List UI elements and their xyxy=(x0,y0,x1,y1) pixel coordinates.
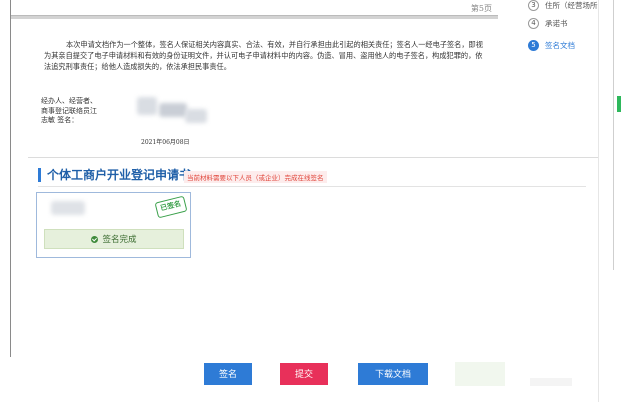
submit-button[interactable]: 提交 xyxy=(280,363,328,385)
right-panel-edge xyxy=(598,0,621,402)
step-label: 签名文档 xyxy=(545,41,575,50)
step-item-sign-document[interactable]: 5 签名文档 xyxy=(528,40,575,51)
signer-name-redacted xyxy=(51,201,85,215)
signature-image xyxy=(129,93,217,135)
step-number: 3 xyxy=(528,0,539,11)
step-label: 住所（经营场所 xyxy=(545,1,598,10)
download-document-button[interactable]: 下载文档 xyxy=(358,363,428,385)
step-item-address[interactable]: 3 住所（经营场所 xyxy=(528,0,598,11)
signer-card[interactable]: 已签名 签名完成 xyxy=(36,192,191,258)
sign-requirement-note: 当前材料需要以下人员（或企业）完成在线签名 xyxy=(184,171,327,183)
faded-button[interactable] xyxy=(455,362,505,386)
signer-label: 经办人、经营者、商事登记联络员江志敏 签名： xyxy=(41,97,97,124)
step-item-commitment[interactable]: 4 承诺书 xyxy=(528,18,568,29)
sign-button[interactable]: 签名 xyxy=(204,363,252,385)
step-label: 承诺书 xyxy=(545,19,568,28)
declaration-text: 本次申请文档作为一个整体，签名人保证相关内容真实、合法、有效，并自行承担由此引起… xyxy=(44,40,483,71)
app-window: 第5页 本次申请文档作为一个整体，签名人保证相关内容真实、合法、有效，并自行承担… xyxy=(0,0,621,402)
step-number: 4 xyxy=(528,18,539,29)
sign-status-text: 签名完成 xyxy=(102,235,137,245)
signed-stamp: 已签名 xyxy=(154,195,188,219)
check-circle-icon xyxy=(91,235,99,243)
sign-status-bar: 签名完成 xyxy=(44,229,184,249)
divider xyxy=(38,186,586,187)
previous-page-edge: 第5页 xyxy=(11,0,498,16)
step-number: 5 xyxy=(528,40,539,51)
scrollbar-track[interactable] xyxy=(613,0,614,270)
panel-title: 个体工商户开业登记申请书 xyxy=(38,168,191,182)
side-tab-marker[interactable] xyxy=(617,96,621,112)
faded-button[interactable] xyxy=(530,378,572,386)
page-number: 第5页 xyxy=(470,4,492,13)
signature-card-panel: 个体工商户开业登记申请书 当前材料需要以下人员（或企业）完成在线签名 已签名 签… xyxy=(28,157,598,357)
sign-date: 2021年06月08日 xyxy=(141,139,190,146)
